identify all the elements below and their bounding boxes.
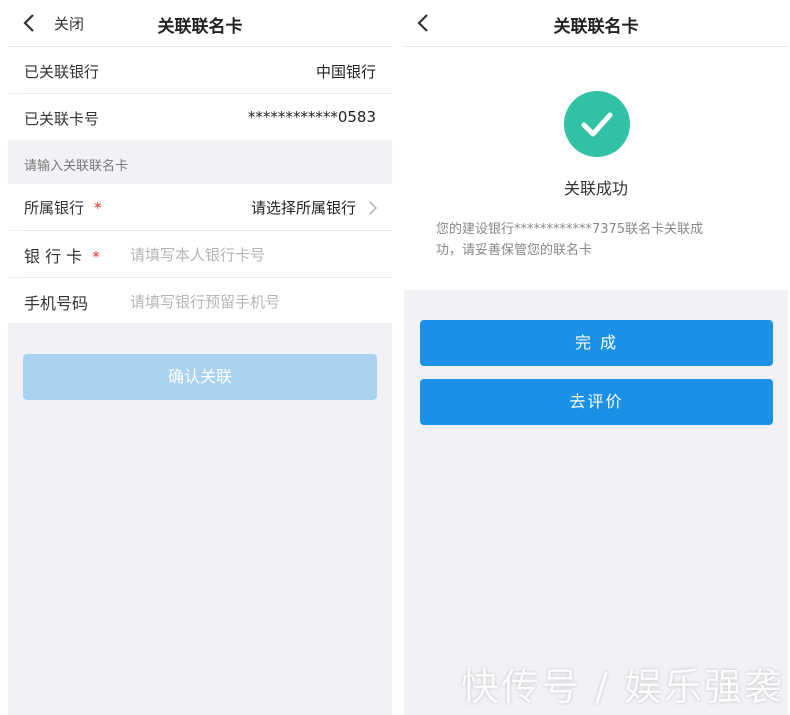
watermark: 快传号 / 娱乐强袭 bbox=[461, 665, 784, 709]
success-message: 您的建设银行************7375联名卡关联成 功，请妥善保管您的联名… bbox=[436, 219, 756, 261]
linked-bank-value: 中国银行 bbox=[315, 63, 376, 81]
check-icon bbox=[581, 112, 613, 137]
done-button[interactable]: 完 成 bbox=[420, 320, 773, 366]
link-card-form-screen: 关闭 关联联名卡 已关联银行 中国银行 已关联卡号 ************05… bbox=[8, 0, 392, 715]
nav-bar: 关闭 关联联名卡 bbox=[8, 0, 392, 47]
linked-bank-label: 已关联银行 bbox=[24, 63, 100, 81]
page-title: 关联联名卡 bbox=[553, 17, 639, 37]
page-title: 关联联名卡 bbox=[157, 17, 243, 37]
success-message-line1: 您的建设银行************7375联名卡关联成 bbox=[436, 222, 704, 237]
bank-select-value[interactable]: 请选择所属银行 bbox=[251, 197, 356, 218]
linked-card-row: 已关联卡号 ************0583 bbox=[8, 94, 392, 140]
section-heading: 请输入关联联名卡 bbox=[24, 159, 129, 174]
success-badge bbox=[564, 91, 630, 157]
phone-field-label: 手机号码 bbox=[24, 294, 89, 313]
card-number-input[interactable]: 请填写本人银行卡号 bbox=[130, 244, 265, 265]
success-message-line2: 功，请妥善保管您的联名卡 bbox=[436, 243, 593, 258]
card-field-label: 银 行 卡 * bbox=[24, 247, 100, 266]
review-button[interactable]: 去评价 bbox=[420, 379, 773, 425]
linked-bank-row: 已关联银行 中国银行 bbox=[8, 47, 392, 93]
link-success-screen: 关联联名卡 关联成功 您的建设银行************7375联名卡关联成 … bbox=[404, 0, 788, 715]
bank-field-label: 所属银行 * bbox=[24, 199, 102, 217]
card-number-row: 银 行 卡 * 请填写本人银行卡号 bbox=[8, 231, 392, 277]
phone-row: 手机号码 请填写银行预留手机号 bbox=[8, 278, 392, 323]
linked-card-value: ************0583 bbox=[247, 108, 376, 126]
phone-number-input[interactable]: 请填写银行预留手机号 bbox=[130, 291, 280, 312]
success-panel: 关联成功 您的建设银行************7375联名卡关联成 功，请妥善保… bbox=[404, 47, 788, 290]
confirm-link-button[interactable]: 确认关联 bbox=[23, 354, 377, 400]
required-mark: * bbox=[94, 199, 102, 217]
success-title: 关联成功 bbox=[563, 179, 628, 198]
chevron-right-icon bbox=[369, 201, 378, 215]
bank-select-row[interactable]: 所属银行 * 请选择所属银行 bbox=[8, 184, 392, 230]
linked-card-label: 已关联卡号 bbox=[24, 110, 100, 128]
nav-bar: 关联联名卡 bbox=[404, 0, 788, 47]
required-mark: * bbox=[92, 248, 100, 266]
